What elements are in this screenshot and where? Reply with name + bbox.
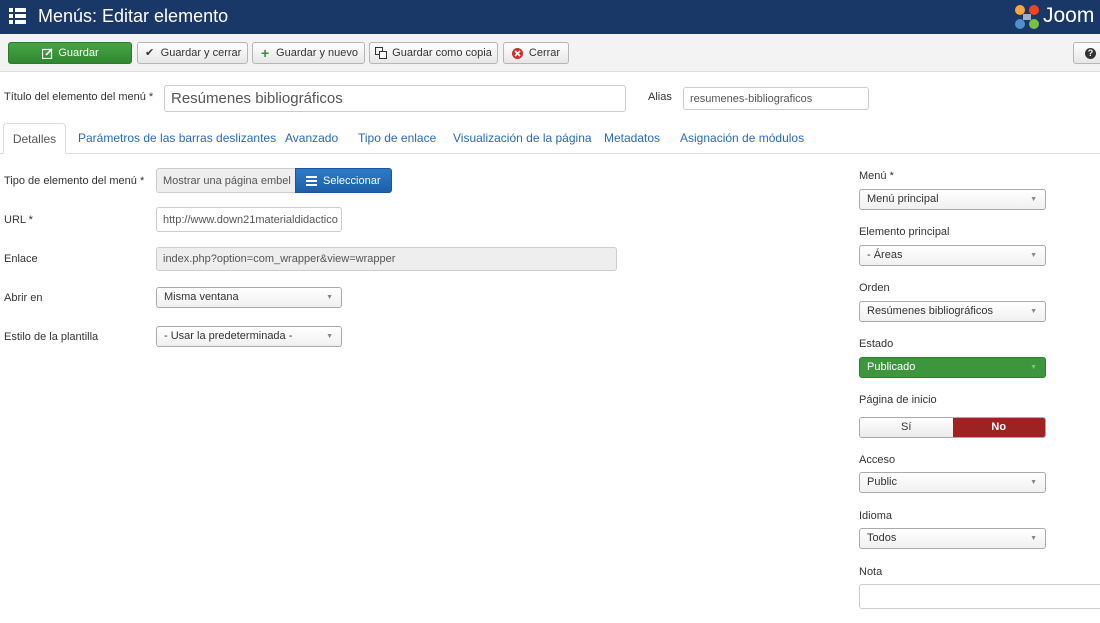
parent-select[interactable]: - Áreas ▼ xyxy=(859,245,1046,266)
open-in-label: Abrir en xyxy=(4,292,43,304)
select-type-label: Seleccionar xyxy=(323,174,381,187)
save-copy-label: Guardar como copia xyxy=(392,47,492,59)
chevron-down-icon: ▼ xyxy=(1030,479,1037,486)
language-select[interactable]: Todos ▼ xyxy=(859,528,1046,549)
tab-visualizacion[interactable]: Visualización de la página xyxy=(453,123,592,154)
save-button[interactable]: Guardar xyxy=(8,42,132,64)
link-field: index.php?option=com_wrapper&view=wrappe… xyxy=(156,247,617,271)
home-page-toggle: Sí No xyxy=(859,417,1046,438)
chevron-down-icon: ▼ xyxy=(1030,535,1037,542)
close-button[interactable]: Cerrar xyxy=(503,42,569,64)
question-icon: ? xyxy=(1085,48,1096,59)
url-input-value: http://www.down21materialdidactico xyxy=(163,213,338,226)
menu-select[interactable]: Menú principal ▼ xyxy=(859,189,1046,210)
note-input[interactable] xyxy=(859,584,1100,609)
menu-item-type-field: Mostrar una página embel xyxy=(156,168,296,193)
chevron-down-icon: ▼ xyxy=(1030,308,1037,315)
save-close-button[interactable]: ✔ Guardar y cerrar xyxy=(137,42,248,64)
chevron-down-icon: ▼ xyxy=(1030,364,1037,371)
alias-input-value: resumenes-bibliograficos xyxy=(690,92,813,105)
check-icon: ✔ xyxy=(145,47,155,59)
close-circle-icon xyxy=(512,47,524,59)
home-no-option[interactable]: No xyxy=(952,418,1045,437)
template-style-label: Estilo de la plantilla xyxy=(4,331,99,343)
alias-label: Alias xyxy=(648,91,672,103)
help-button[interactable]: ? xyxy=(1073,42,1100,64)
tab-metadatos[interactable]: Metadatos xyxy=(604,123,660,154)
header-bar: Menús: Editar elemento Joom xyxy=(0,0,1100,34)
joomla-logo-icon xyxy=(1015,5,1039,29)
note-label: Nota xyxy=(859,566,883,578)
template-style-value: - Usar la predeterminada - xyxy=(164,330,293,342)
template-style-select[interactable]: - Usar la predeterminada - ▼ xyxy=(156,326,342,347)
select-type-button[interactable]: Seleccionar xyxy=(295,168,392,193)
order-select[interactable]: Resúmenes bibliográficos ▼ xyxy=(859,301,1046,322)
tab-asignacion-modulos[interactable]: Asignación de módulos xyxy=(680,123,804,154)
url-label: URL * xyxy=(4,214,33,226)
plus-icon: + xyxy=(260,45,270,61)
alias-input[interactable]: resumenes-bibliograficos xyxy=(683,87,869,110)
save-label: Guardar xyxy=(58,47,99,59)
language-value: Todos xyxy=(867,532,897,544)
tab-tipo-enlace[interactable]: Tipo de enlace xyxy=(358,123,436,154)
title-input-value: Resúmenes bibliográficos xyxy=(171,90,343,107)
save-new-button[interactable]: + Guardar y nuevo xyxy=(252,42,365,64)
chevron-down-icon: ▼ xyxy=(326,333,333,340)
menu-item-type-label: Tipo de elemento del menú * xyxy=(4,175,145,187)
tab-detalles[interactable]: Detalles xyxy=(3,123,66,154)
save-close-label: Guardar y cerrar xyxy=(160,47,242,59)
save-copy-button[interactable]: Guardar como copia xyxy=(369,42,498,64)
tab-bar: Detalles Parámetros de las barras desliz… xyxy=(0,123,1100,154)
page-title: Menús: Editar elemento xyxy=(38,6,229,26)
access-select[interactable]: Public ▼ xyxy=(859,472,1046,493)
toolbar: Guardar ✔ Guardar y cerrar + Guardar y n… xyxy=(0,34,1100,72)
chevron-down-icon: ▼ xyxy=(1030,252,1037,259)
parent-value: - Áreas xyxy=(867,249,903,261)
list-menu-icon xyxy=(9,8,26,24)
copy-icon xyxy=(375,47,388,59)
title-label: Título del elemento del menú * xyxy=(4,91,154,103)
home-yes-option[interactable]: Sí xyxy=(860,418,953,437)
access-value: Public xyxy=(867,476,897,488)
tab-parametros[interactable]: Parámetros de las barras deslizantes xyxy=(78,123,276,154)
chevron-down-icon: ▼ xyxy=(1030,196,1037,203)
menu-label: Menú * xyxy=(859,170,894,182)
order-label: Orden xyxy=(859,282,890,294)
parent-label: Elemento principal xyxy=(859,226,950,238)
edit-icon xyxy=(41,47,53,59)
link-field-value: index.php?option=com_wrapper&view=wrappe… xyxy=(163,253,396,265)
language-label: Idioma xyxy=(859,510,893,522)
order-value: Resúmenes bibliográficos xyxy=(867,305,993,317)
chevron-down-icon: ▼ xyxy=(326,294,333,301)
link-label: Enlace xyxy=(4,253,38,265)
url-input[interactable]: http://www.down21materialdidactico xyxy=(156,207,342,232)
brand-text: Joom xyxy=(1043,4,1095,27)
menu-value: Menú principal xyxy=(867,193,939,205)
home-page-label: Página de inicio xyxy=(859,394,937,406)
open-in-value: Misma ventana xyxy=(164,291,239,303)
status-value: Publicado xyxy=(867,361,916,373)
close-label: Cerrar xyxy=(528,47,561,59)
status-label: Estado xyxy=(859,338,894,350)
title-input[interactable]: Resúmenes bibliográficos xyxy=(164,85,626,112)
list-icon xyxy=(306,175,317,186)
access-label: Acceso xyxy=(859,454,896,466)
save-new-label: Guardar y nuevo xyxy=(276,47,358,59)
open-in-select[interactable]: Misma ventana ▼ xyxy=(156,287,342,308)
menu-item-type-value: Mostrar una página embel xyxy=(163,174,291,187)
status-select[interactable]: Publicado ▼ xyxy=(859,357,1046,378)
tab-avanzado[interactable]: Avanzado xyxy=(285,123,338,154)
